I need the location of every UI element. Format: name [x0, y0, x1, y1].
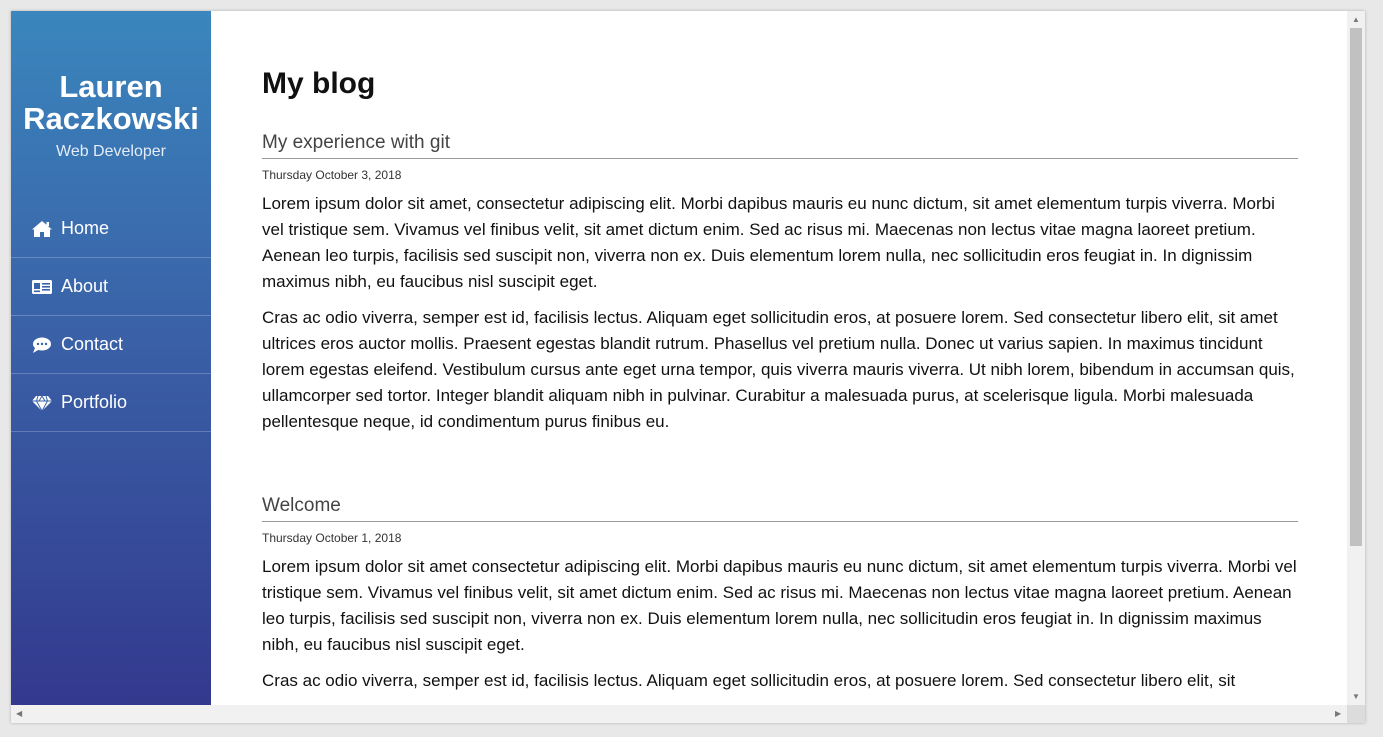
sidebar-item-home[interactable]: Home [11, 200, 211, 258]
sidebar-item-portfolio[interactable]: Portfolio [11, 374, 211, 432]
scroll-right-arrow-icon[interactable]: ▶ [1335, 710, 1341, 718]
post-date: Thursday October 3, 2018 [262, 168, 402, 182]
sidebar-item-label: Contact [61, 334, 124, 354]
post-paragraph: Cras ac odio viverra, semper est id, fac… [262, 308, 1295, 431]
main-content: My blog My experience with git Thursday … [211, 11, 1347, 705]
home-icon [31, 220, 53, 238]
scroll-left-arrow-icon[interactable]: ◀ [16, 710, 22, 718]
sidebar-item-label: Home [61, 218, 110, 238]
id-card-icon [31, 278, 53, 296]
vertical-scrollbar-thumb[interactable] [1350, 28, 1362, 546]
post-paragraph: Cras ac odio viverra, semper est id, fac… [262, 671, 1236, 690]
sidebar: Lauren Raczkowski Web Developer Home Abo… [11, 11, 211, 705]
post-title: Welcome [262, 491, 1298, 522]
sidebar-nav: Home About Contact Portfolio [11, 200, 211, 432]
post-paragraph: Lorem ipsum dolor sit amet consectetur a… [262, 557, 1297, 654]
chat-bubble-icon [31, 336, 53, 354]
scroll-down-arrow-icon[interactable]: ▼ [1352, 693, 1360, 701]
site-owner-name: Lauren Raczkowski [23, 69, 199, 136]
scrollbar-corner [1347, 705, 1365, 723]
page-title: My blog [262, 67, 376, 100]
sidebar-item-contact[interactable]: Contact [11, 316, 211, 374]
scroll-up-arrow-icon[interactable]: ▲ [1352, 16, 1360, 24]
browser-viewport: Lauren Raczkowski Web Developer Home Abo… [11, 11, 1365, 723]
site-owner-role: Web Developer [56, 143, 166, 160]
horizontal-scrollbar[interactable]: ◀ ▶ [11, 705, 1347, 723]
vertical-scrollbar[interactable]: ▲ ▼ [1347, 11, 1365, 705]
blog-post: Welcome Thursday October 1, 2018 Lorem i… [262, 491, 1298, 694]
diamond-icon [31, 394, 53, 412]
post-date: Thursday October 1, 2018 [262, 531, 402, 545]
blog-post: My experience with git Thursday October … [262, 128, 1298, 435]
post-title: My experience with git [262, 128, 1298, 159]
post-paragraph: Lorem ipsum dolor sit amet, consectetur … [262, 194, 1275, 291]
sidebar-item-about[interactable]: About [11, 258, 211, 316]
sidebar-item-label: About [61, 276, 109, 296]
sidebar-item-label: Portfolio [61, 392, 128, 412]
